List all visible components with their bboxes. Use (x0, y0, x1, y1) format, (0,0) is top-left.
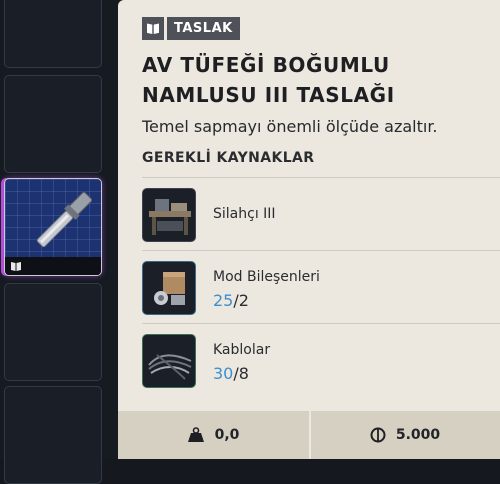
blueprint-icon (11, 262, 21, 271)
resource-name: Mod Bileşenleri (213, 269, 320, 285)
coin-icon (370, 427, 386, 443)
weight-value: 0,0 (214, 427, 240, 443)
divider (142, 250, 500, 251)
item-tooltip: TASLAK AV TÜFEĞİ BOĞUMLU NAMLUSU III TAS… (118, 0, 500, 459)
required-resources-heading: GEREKLİ KAYNAKLAR (142, 150, 315, 166)
item-description: Temel sapmayı önemli ölçüde azaltır. (142, 117, 438, 136)
resource-name: Kablolar (213, 342, 271, 358)
inventory-slot[interactable] (4, 75, 102, 173)
inventory-grid (0, 0, 118, 484)
inventory-slot[interactable] (4, 386, 102, 484)
price-value: 5.000 (395, 427, 441, 443)
resource-need: 8 (238, 364, 249, 383)
blueprint-tag: TASLAK (142, 17, 240, 40)
cables-icon (142, 334, 196, 388)
workbench-icon (142, 188, 196, 242)
item-footer: 0,0 5.000 (118, 411, 500, 459)
resource-have: 30 (213, 364, 234, 383)
divider (142, 177, 500, 178)
blueprint-badge (5, 257, 101, 275)
weight-icon (187, 427, 204, 442)
inventory-slot-selected[interactable] (4, 178, 102, 276)
resource-count: 25/2 (213, 291, 249, 310)
item-title-line1: AV TÜFEĞİ BOĞUMLU (142, 53, 390, 77)
inventory-slot[interactable] (4, 0, 102, 68)
mod-components-icon (142, 261, 196, 315)
inventory-slot[interactable] (4, 283, 102, 381)
resource-row: Mod Bileşenleri 25/2 (142, 253, 500, 323)
divider (142, 323, 500, 324)
choke-attachment-icon (36, 191, 93, 248)
resource-row: Silahçı III (142, 180, 500, 250)
resource-count: 30/8 (213, 364, 249, 383)
item-title-line2: NAMLUSU III TASLAĞI (142, 83, 395, 107)
resource-need: 2 (238, 291, 249, 310)
resource-name: Silahçı III (213, 206, 276, 222)
resource-row: Kablolar 30/8 (142, 326, 500, 396)
blueprint-icon (142, 17, 164, 40)
weight-stat: 0,0 (118, 411, 308, 459)
price-stat: 5.000 (310, 411, 500, 459)
tag-label: TASLAK (167, 17, 240, 40)
resource-have: 25 (213, 291, 234, 310)
item-title: AV TÜFEĞİ BOĞUMLU NAMLUSU III TASLAĞI (142, 50, 482, 110)
